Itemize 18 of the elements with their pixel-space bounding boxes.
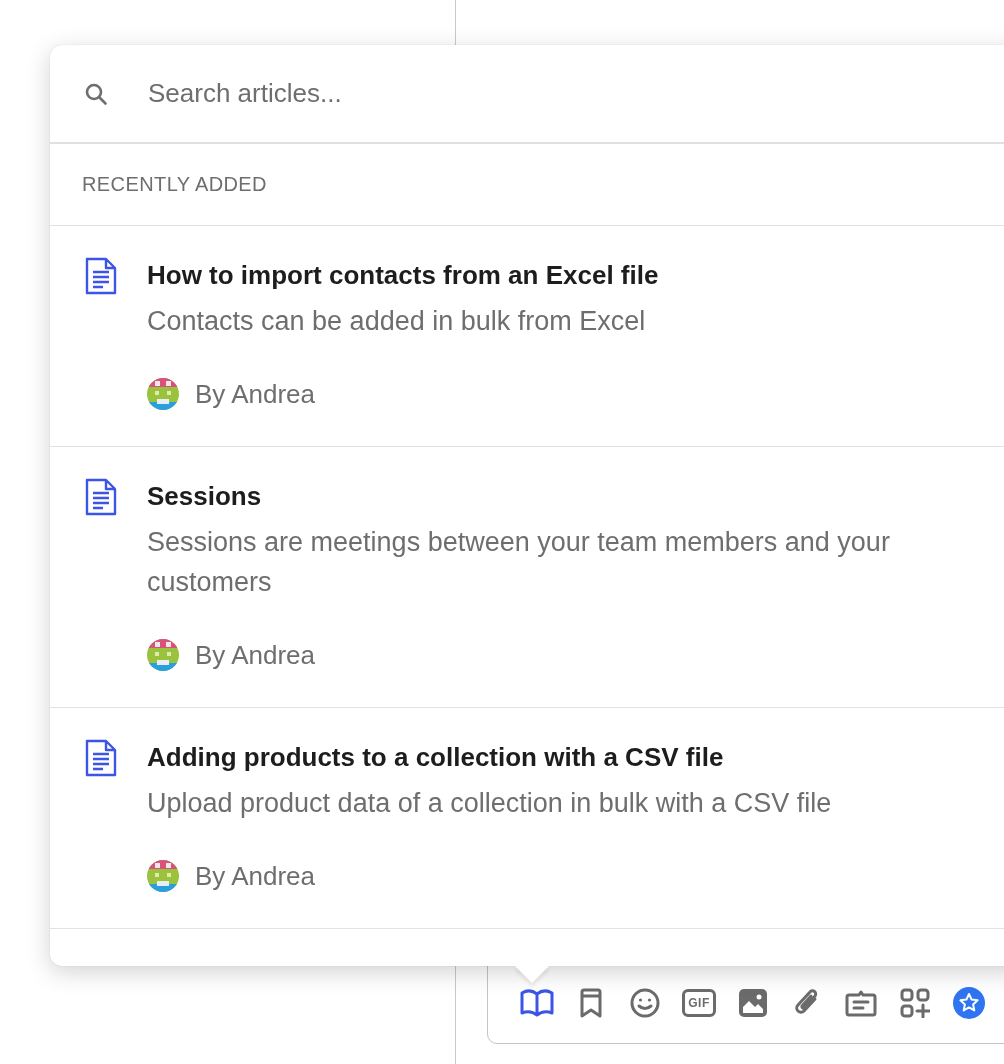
author-name: By Andrea [195, 860, 315, 892]
avatar-icon [147, 639, 179, 671]
document-icon [85, 739, 117, 777]
article-summary: Sessions are meetings between your team members and your customers [147, 526, 891, 599]
article-summary: Contacts can be added in bulk from Excel [147, 305, 647, 338]
search-field[interactable]: Search articles... [146, 77, 750, 110]
article-title[interactable]: How to import contacts from an Excel file [147, 260, 947, 290]
article-title[interactable]: Adding products to a collection with a CSV file [147, 742, 947, 772]
author-name: By Andrea [195, 378, 315, 410]
section-heading: RECENTLY ADDED [82, 173, 267, 196]
avatar-icon [147, 378, 179, 410]
author-name: By Andrea [195, 639, 315, 671]
document-icon [85, 478, 117, 516]
article-summary: Upload product data of a collection in bulk with a CSV file [147, 787, 833, 820]
document-icon [85, 257, 117, 295]
avatar-icon [147, 860, 179, 892]
article-title[interactable]: Sessions [147, 481, 947, 511]
search-icon [84, 81, 108, 106]
